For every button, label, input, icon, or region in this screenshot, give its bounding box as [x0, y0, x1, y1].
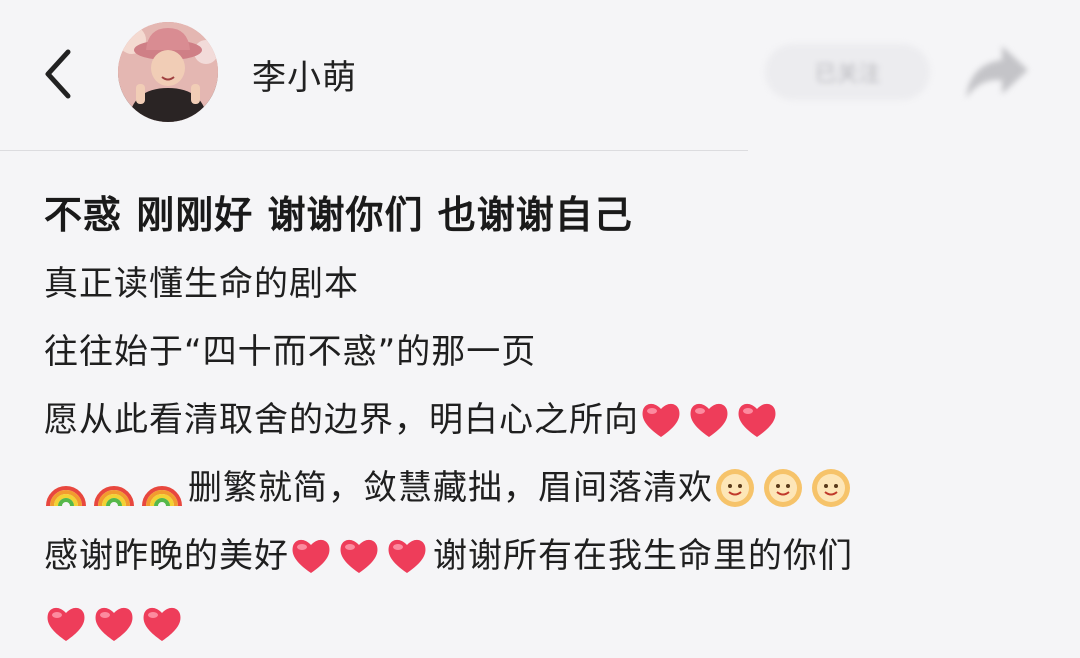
post-line: 删繁就简，敛慧藏拙，眉间落清欢 [44, 454, 1054, 522]
header-divider [0, 150, 748, 151]
rainbow-icon [44, 466, 88, 510]
smiling-sun-icon [713, 466, 757, 510]
heart-icon [639, 398, 683, 442]
smiling-sun-icon [761, 466, 805, 510]
heart-icon [385, 534, 429, 578]
chevron-left-icon [45, 49, 71, 99]
heart-icon [140, 602, 184, 646]
user-name[interactable]: 李小萌 [252, 50, 357, 99]
post-content: 不惑 刚刚好 谢谢你们 也谢谢自己 真正读懂生命的剧本 往往始于“四十而不惑”的… [44, 180, 1054, 658]
heart-icon [735, 398, 779, 442]
post-line-text: 删繁就简，敛慧藏拙，眉间落清欢 [188, 468, 713, 508]
post-line-text: 愿从此看清取舍的边界，明白心之所向 [44, 400, 639, 440]
post-line-text: 往往始于“四十而不惑”的那一页 [44, 332, 537, 372]
rainbow-icon [140, 466, 184, 510]
avatar-photo [118, 22, 218, 122]
post-title: 不惑 刚刚好 谢谢你们 也谢谢自己 [44, 193, 633, 237]
post-line: 真正读懂生命的剧本 [44, 250, 1054, 318]
avatar[interactable] [118, 22, 218, 122]
post-line: 感谢昨晚的美好 谢谢所有在我生命里的你们 [44, 522, 1054, 590]
post-line: 愿从此看清取舍的边界，明白心之所向 [44, 386, 1054, 454]
post-line-text: 感谢昨晚的美好 [44, 536, 289, 576]
post-line-text: 谢谢所有在我生命里的你们 [433, 536, 853, 576]
share-icon [966, 46, 1028, 98]
heart-icon [92, 602, 136, 646]
smiling-sun-icon [809, 466, 853, 510]
post-line: 往往始于“四十而不惑”的那一页 [44, 318, 1054, 386]
heart-icon [289, 534, 333, 578]
post-line [44, 590, 1054, 658]
heart-icon [44, 602, 88, 646]
profile-header: 李小萌 已关注 [0, 0, 1080, 151]
heart-icon [337, 534, 381, 578]
follow-button[interactable]: 已关注 [765, 44, 930, 100]
heart-icon [687, 398, 731, 442]
share-button[interactable] [962, 40, 1032, 104]
rainbow-icon [92, 466, 136, 510]
post-line-text: 真正读懂生命的剧本 [44, 264, 359, 304]
back-button[interactable] [38, 46, 78, 102]
